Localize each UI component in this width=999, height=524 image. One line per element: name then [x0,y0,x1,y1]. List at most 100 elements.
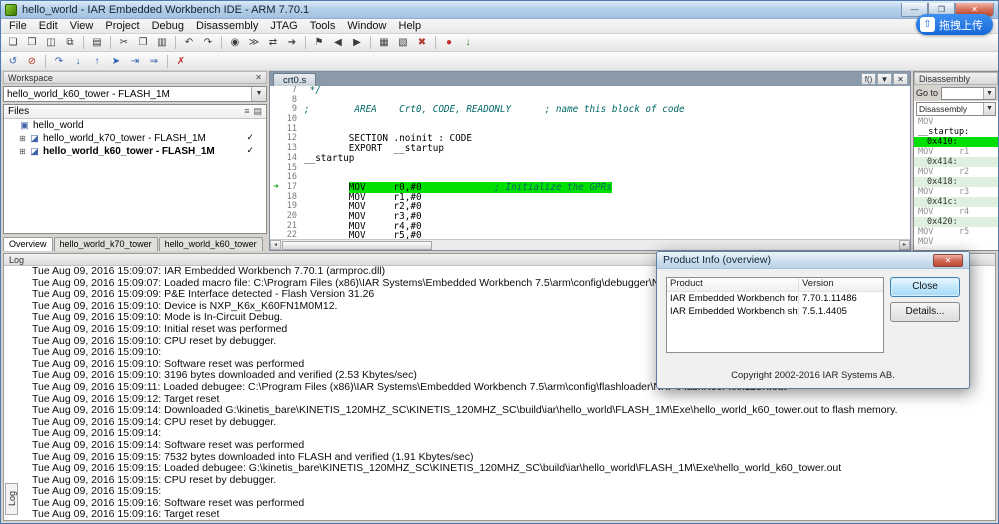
make-button[interactable]: ▦ [375,35,393,51]
compile-button[interactable]: ▧ [394,35,412,51]
stop-build-button[interactable]: ✖ [413,35,431,51]
tab-list-dropdown-icon[interactable]: ▼ [877,73,892,85]
workspace-tab-hello_world_k70_tower[interactable]: hello_world_k70_tower [53,237,158,251]
tree-expander-icon[interactable]: ⊞ [17,147,28,156]
stop-debugging-button[interactable]: ✗ [172,53,190,69]
scroll-right-icon[interactable]: ▸ [899,240,910,250]
product-row[interactable]: IAR Embedded Workbench for ARM7.70.1.114… [667,292,883,305]
menu-view[interactable]: View [64,20,100,32]
tree-expander-icon[interactable]: ⊞ [17,134,28,143]
menu-help[interactable]: Help [393,20,428,32]
disassembly-row[interactable]: 0x420: [914,217,998,227]
disassembly-row[interactable]: MOV [914,237,998,247]
dropdown-arrow-icon[interactable]: ▼ [983,87,995,99]
menu-window[interactable]: Window [341,20,392,32]
cut-button[interactable]: ✂ [115,35,133,51]
disassembly-row[interactable]: MOV r5 [914,227,998,237]
save-all-button[interactable]: ⧉ [61,35,79,51]
menu-disassembly[interactable]: Disassembly [190,20,264,32]
find-button[interactable]: ◉ [226,35,244,51]
disassembly-context-combo[interactable]: Disassembly ▼ [916,102,996,116]
disassembly-row[interactable]: MOV r4 [914,207,998,217]
disassembly-row[interactable]: 0x41c: [914,197,998,207]
menu-project[interactable]: Project [99,20,145,32]
save-button[interactable]: ◫ [42,35,60,51]
menu-jtag[interactable]: JTAG [264,20,303,32]
go-to-function-button[interactable]: f() [861,73,876,85]
product-row[interactable]: IAR Embedded Workbench shared components… [667,305,883,318]
disassembly-row[interactable]: 0x410: [914,137,998,147]
new-document-button[interactable]: ❏ [4,35,22,51]
workspace-close-icon[interactable]: ✕ [255,73,262,82]
code-area[interactable]: 7 */ 8 9; AREA Crt0, CODE, READONLY ; na… [270,86,910,239]
previous-bookmark-button[interactable]: ◀ [329,35,347,51]
tree-item[interactable]: ⊞ ◪ hello_world_k60_tower - FLASH_1M ✓ [4,145,266,158]
code-line[interactable]: 14 __startup [270,153,910,164]
disassembly-row[interactable]: MOV r2 [914,167,998,177]
go-button[interactable]: ⇒ [145,53,163,69]
workspace-panel-header[interactable]: Workspace ✕ [3,71,267,84]
print-button[interactable]: ▤ [88,35,106,51]
files-tree-header[interactable]: Files ≡ ▤ [4,105,266,119]
drag-upload-button[interactable]: ⇧ 拖拽上传 [916,14,993,35]
editor-tab-crt0s[interactable]: crt0.s [273,73,317,86]
editor-close-icon[interactable]: ✕ [893,73,908,85]
paste-button[interactable]: ▥ [153,35,171,51]
code-line[interactable]: 10 [270,114,910,125]
menu-file[interactable]: File [3,20,33,32]
version-column-header[interactable]: Version [799,278,883,291]
disassembly-row[interactable]: MOV r3 [914,187,998,197]
break-button[interactable]: ⊘ [23,53,41,69]
next-statement-button[interactable]: ➤ [107,53,125,69]
step-over-button[interactable]: ↷ [50,53,68,69]
code-line[interactable]: 7 */ [270,86,910,96]
menu-tools[interactable]: Tools [304,20,342,32]
code-line[interactable]: 22 MOV r5,#0 [270,231,910,239]
find-next-button[interactable]: ≫ [245,35,263,51]
files-columns-icon[interactable]: ▤ [253,106,262,117]
undo-button[interactable]: ↶ [180,35,198,51]
menu-debug[interactable]: Debug [146,20,190,32]
workspace-tab-hello_world_k60_tower[interactable]: hello_world_k60_tower [158,237,263,251]
go-to-button[interactable]: ➔ [283,35,301,51]
files-filter-icon[interactable]: ≡ [244,106,249,117]
dialog-details-button[interactable]: Details... [890,302,960,322]
product-column-header[interactable]: Product [667,278,799,291]
step-out-button[interactable]: ↑ [88,53,106,69]
menu-edit[interactable]: Edit [33,20,64,32]
copy-button[interactable]: ❐ [134,35,152,51]
open-file-button[interactable]: ❒ [23,35,41,51]
reset-button[interactable]: ↺ [4,53,22,69]
disassembly-row[interactable]: MOV r1 [914,147,998,157]
code-line[interactable]: 15 [270,163,910,174]
code-line[interactable]: 9; AREA Crt0, CODE, READONLY ; name this… [270,105,910,115]
code-line[interactable]: 13 EXPORT __startup [270,143,910,154]
goto-address-combo[interactable]: ▼ [941,86,996,100]
tree-item[interactable]: ⊞ ◪ hello_world_k70_tower - FLASH_1M ✓ [4,132,266,145]
download-and-debug-button[interactable]: ↓ [459,35,477,51]
workspace-tab-overview[interactable]: Overview [3,237,53,251]
next-bookmark-button[interactable]: ▶ [348,35,366,51]
dialog-title-bar[interactable]: Product Info (overview) ✕ [657,252,969,269]
log-vertical-tab[interactable]: Log [5,483,18,515]
configuration-dropdown[interactable]: hello_world_k60_tower - FLASH_1M ▼ [3,86,267,102]
redo-button[interactable]: ↷ [199,35,217,51]
step-into-button[interactable]: ↓ [69,53,87,69]
disassembly-row[interactable]: 0x414: [914,157,998,167]
run-to-cursor-button[interactable]: ⇥ [126,53,144,69]
tree-item[interactable]: ▣ hello_world [4,119,266,132]
dialog-close-button[interactable]: Close [890,277,960,297]
editor-horizontal-scrollbar[interactable]: ◂ ▸ [270,239,910,250]
replace-button[interactable]: ⇄ [264,35,282,51]
disassembly-row[interactable]: __startup: [914,127,998,137]
disassembly-row[interactable]: 0x418: [914,177,998,187]
scroll-left-icon[interactable]: ◂ [270,240,281,250]
disassembly-row[interactable]: MOV [914,117,998,127]
disassembly-panel-header[interactable]: Disassembly [914,72,998,85]
dropdown-arrow-icon[interactable]: ▼ [251,87,266,101]
toggle-bookmark-button[interactable]: ⚑ [310,35,328,51]
dropdown-arrow-icon[interactable]: ▼ [983,103,995,115]
dialog-close-icon[interactable]: ✕ [933,253,963,267]
scrollbar-thumb[interactable] [282,240,432,250]
toggle-breakpoint-button[interactable]: ● [440,35,458,51]
